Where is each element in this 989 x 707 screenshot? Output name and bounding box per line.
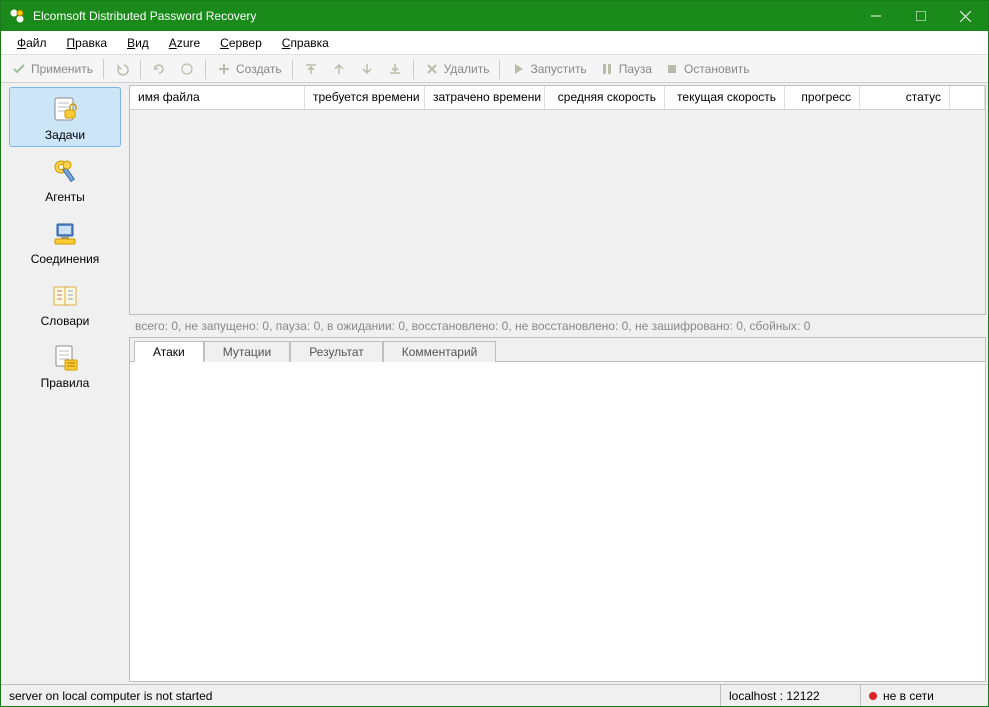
tab-result[interactable]: Результат [290, 341, 383, 362]
content-area: имя файла требуется времени затрачено вр… [129, 83, 988, 684]
sidebar-item-tasks[interactable]: Задачи [9, 87, 121, 147]
tab-mutations[interactable]: Мутации [204, 341, 290, 362]
pause-button[interactable]: Пауза [593, 59, 658, 79]
start-label: Запустить [530, 62, 586, 76]
main-area: Задачи Агенты Со [1, 83, 988, 684]
menu-help[interactable]: Справка [272, 33, 339, 53]
sidebar-item-agents[interactable]: Агенты [9, 149, 121, 209]
menu-server[interactable]: Сервер [210, 33, 272, 53]
separator [205, 59, 206, 79]
plus-icon [216, 61, 232, 77]
sidebar-label-connections: Соединения [31, 252, 100, 266]
delete-button[interactable]: Удалить [418, 59, 496, 79]
sidebar-label-agents: Агенты [45, 190, 85, 204]
table-header: имя файла требуется времени затрачено вр… [130, 86, 985, 110]
reload-all-button[interactable] [173, 59, 201, 79]
x-icon [424, 61, 440, 77]
status-connection-text: не в сети [883, 689, 934, 703]
col-status[interactable]: статус [860, 86, 950, 109]
agents-icon [49, 156, 81, 188]
move-top-icon [303, 61, 319, 77]
col-required-time[interactable]: требуется времени [305, 86, 425, 109]
apply-label: Применить [31, 62, 93, 76]
pause-label: Пауза [619, 62, 652, 76]
check-icon [11, 61, 27, 77]
col-spent-time[interactable]: затрачено времени [425, 86, 545, 109]
menu-edit[interactable]: Правка [57, 33, 118, 53]
apply-button[interactable]: Применить [5, 59, 99, 79]
play-icon [510, 61, 526, 77]
status-host-text: localhost : 12122 [729, 689, 820, 703]
reload-icon [151, 61, 167, 77]
start-button[interactable]: Запустить [504, 59, 592, 79]
tab-comment[interactable]: Комментарий [383, 341, 497, 362]
tab-attacks[interactable]: Атаки [134, 341, 204, 362]
window-title: Elcomsoft Distributed Password Recovery [33, 9, 853, 23]
move-top-button[interactable] [297, 59, 325, 79]
details-panel: Атаки Мутации Результат Комментарий [129, 337, 986, 682]
maximize-button[interactable] [898, 1, 943, 31]
reload-all-icon [179, 61, 195, 77]
separator [140, 59, 141, 79]
sidebar: Задачи Агенты Со [1, 83, 129, 684]
tabs: Атаки Мутации Результат Комментарий [130, 338, 985, 362]
separator [103, 59, 104, 79]
pause-icon [599, 61, 615, 77]
separator [499, 59, 500, 79]
tasks-icon [49, 94, 81, 126]
offline-icon [869, 692, 877, 700]
tab-content [130, 362, 985, 681]
col-progress[interactable]: прогресс [785, 86, 860, 109]
move-bottom-icon [387, 61, 403, 77]
move-up-button[interactable] [325, 59, 353, 79]
dictionaries-icon [49, 280, 81, 312]
stop-icon [664, 61, 680, 77]
connections-icon [49, 218, 81, 250]
arrow-up-icon [331, 61, 347, 77]
col-spacer [950, 86, 985, 109]
move-down-button[interactable] [353, 59, 381, 79]
sidebar-label-tasks: Задачи [45, 128, 85, 142]
task-table: имя файла требуется времени затрачено вр… [129, 85, 986, 315]
table-body[interactable] [130, 110, 985, 314]
reload-button[interactable] [145, 59, 173, 79]
app-icon [9, 8, 25, 24]
undo-icon [114, 61, 130, 77]
rules-icon [49, 342, 81, 374]
summary-line: всего: 0, не запущено: 0, пауза: 0, в ож… [129, 315, 986, 337]
stop-button[interactable]: Остановить [658, 59, 756, 79]
undo-button[interactable] [108, 59, 136, 79]
sidebar-label-rules: Правила [41, 376, 90, 390]
status-connection: не в сети [861, 685, 988, 706]
status-server: server on local computer is not started [1, 685, 721, 706]
col-avg-speed[interactable]: средняя скорость [545, 86, 665, 109]
separator [413, 59, 414, 79]
menu-file[interactable]: Файл [7, 33, 57, 53]
create-label: Создать [236, 62, 282, 76]
stop-label: Остановить [684, 62, 750, 76]
sidebar-item-connections[interactable]: Соединения [9, 211, 121, 271]
col-cur-speed[interactable]: текущая скорость [665, 86, 785, 109]
minimize-button[interactable] [853, 1, 898, 31]
menu-view[interactable]: Вид [117, 33, 159, 53]
delete-label: Удалить [444, 62, 490, 76]
sidebar-item-dictionaries[interactable]: Словари [9, 273, 121, 333]
separator [292, 59, 293, 79]
sidebar-item-rules[interactable]: Правила [9, 335, 121, 395]
titlebar: Elcomsoft Distributed Password Recovery [1, 1, 988, 31]
close-button[interactable] [943, 1, 988, 31]
status-server-text: server on local computer is not started [9, 689, 212, 703]
menu-azure[interactable]: Azure [159, 33, 210, 53]
statusbar: server on local computer is not started … [1, 684, 988, 706]
move-bottom-button[interactable] [381, 59, 409, 79]
arrow-down-icon [359, 61, 375, 77]
create-button[interactable]: Создать [210, 59, 288, 79]
toolbar: Применить Создать [1, 55, 988, 83]
status-host: localhost : 12122 [721, 685, 861, 706]
col-filename[interactable]: имя файла [130, 86, 305, 109]
menubar: Файл Правка Вид Azure Сервер Справка [1, 31, 988, 55]
sidebar-label-dictionaries: Словари [41, 314, 90, 328]
